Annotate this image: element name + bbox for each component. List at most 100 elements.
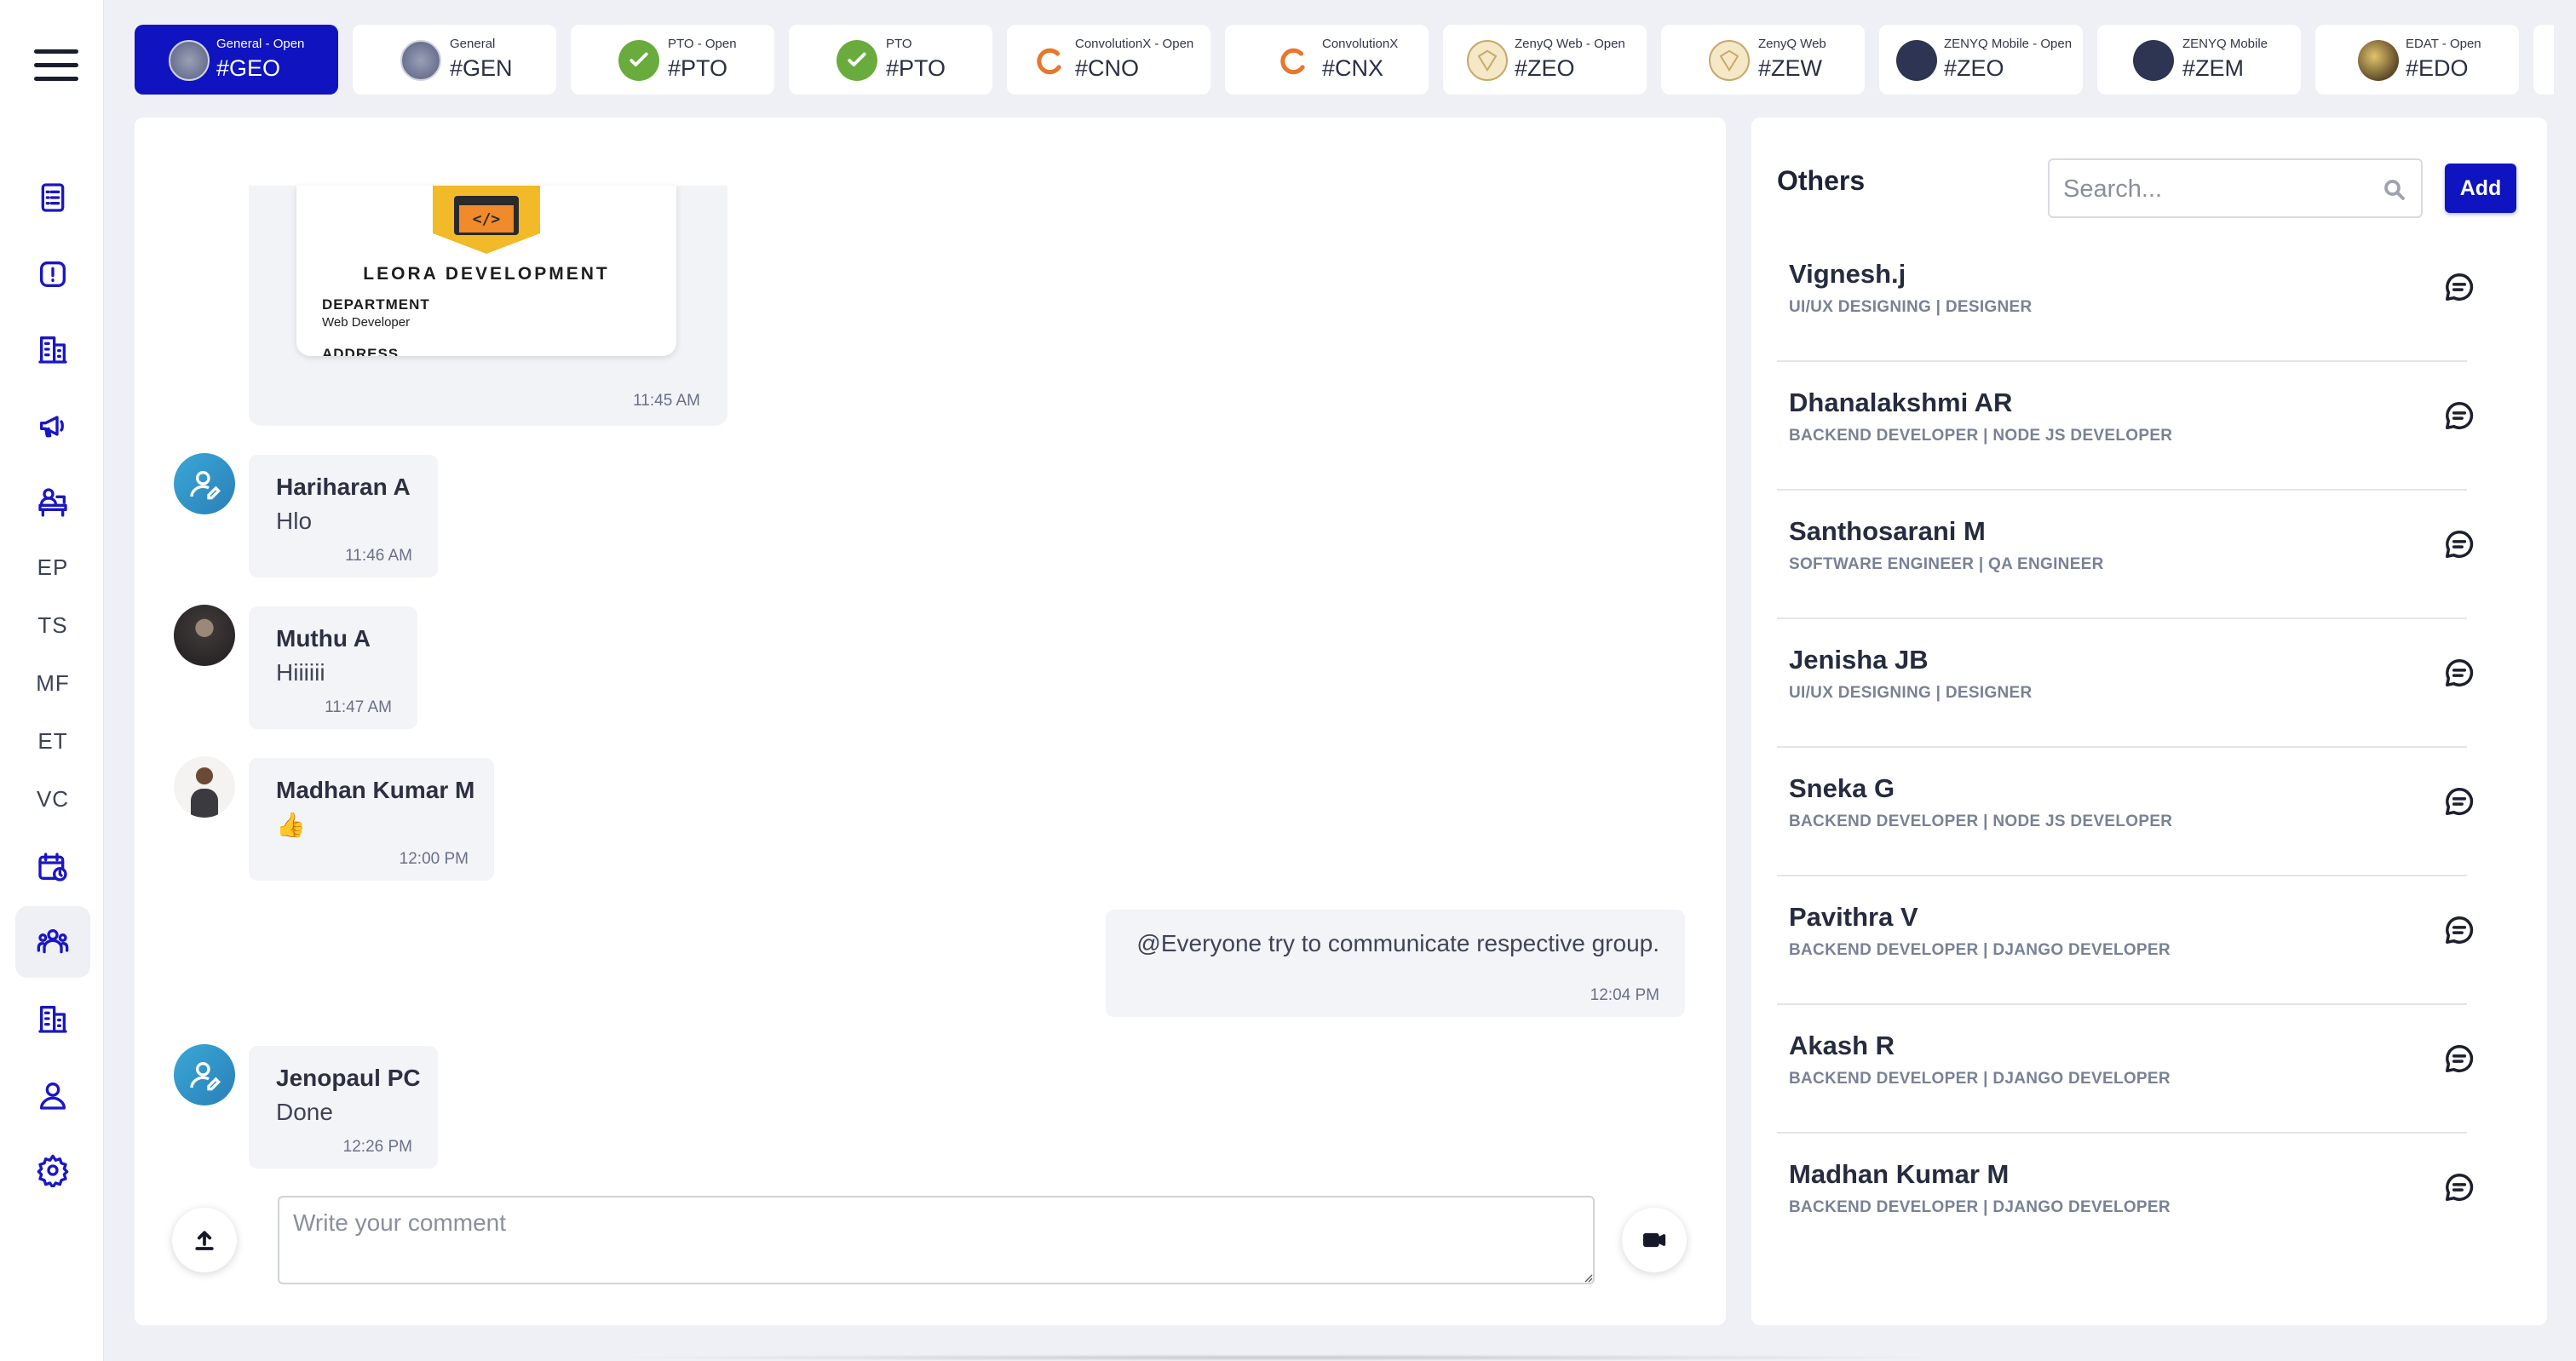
rail-item-ts-label: TS <box>37 612 68 638</box>
message-text: Done <box>276 1099 333 1125</box>
chat-bubble-icon[interactable] <box>2443 785 2477 819</box>
chat-bubble-icon[interactable] <box>2443 399 2477 434</box>
zenyq-mobile-logo-icon <box>1896 40 1937 81</box>
message-bubble: Hariharan A Hlo 11:46 AM <box>249 455 438 577</box>
tab-code: #ZEO <box>1515 55 1575 81</box>
tab-subtitle: General - Open <box>216 37 305 51</box>
channel-tabs: General - Open #GEO General #GEN PTO - O… <box>135 25 2554 95</box>
tasks-icon[interactable] <box>15 162 90 233</box>
rail-item-ep-label: EP <box>37 554 69 580</box>
tab-pto-open[interactable]: PTO - Open #PTO <box>571 25 774 95</box>
chat-bubble-icon[interactable] <box>2443 1171 2477 1205</box>
tab-code: #CNX <box>1322 55 1384 81</box>
tab-convolutionx-open[interactable]: ConvolutionX - Open #CNO <box>1007 25 1210 95</box>
attached-image[interactable]: </> LEORA DEVELOPMENT DEPARTMENT Web Dev… <box>296 186 676 356</box>
contact-role: UI/UX DESIGNING | DESIGNER <box>1789 684 2033 702</box>
tab-pto[interactable]: PTO #PTO <box>789 25 992 95</box>
contact-role: BACKEND DEVELOPER | NODE JS DEVELOPER <box>1789 813 2173 830</box>
message-bubble: Jenopaul PC Done 12:26 PM <box>249 1046 438 1169</box>
user-icon[interactable] <box>15 1060 90 1131</box>
check-circle-icon <box>837 40 877 81</box>
search-input[interactable] <box>2063 170 2370 208</box>
sender-name[interactable]: Madhan Kumar M <box>276 777 474 804</box>
contact-name: Santhosarani M <box>1789 516 1986 546</box>
rail-item-vc[interactable]: VC <box>15 763 90 835</box>
general-logo-icon <box>400 40 441 81</box>
tab-convolutionx[interactable]: ConvolutionX #CNX <box>1225 25 1429 95</box>
chat-panel: </> LEORA DEVELOPMENT DEPARTMENT Web Dev… <box>135 118 1726 1325</box>
tab-subtitle: ConvolutionX <box>1322 37 1399 51</box>
settings-gear-icon[interactable] <box>15 1134 90 1206</box>
contact-item[interactable]: Santhosarani M SOFTWARE ENGINEER | QA EN… <box>1777 491 2474 619</box>
rail-item-et-label: ET <box>37 727 68 754</box>
contact-item[interactable]: Sneka G BACKEND DEVELOPER | NODE JS DEVE… <box>1777 748 2474 876</box>
comment-input[interactable] <box>278 1196 1595 1284</box>
check-circle-icon <box>618 40 659 81</box>
megaphone-icon[interactable] <box>15 390 90 462</box>
tab-zenyq-mobile[interactable]: ZENYQ Mobile #ZEM <box>2097 25 2301 95</box>
add-button[interactable]: Add <box>2445 164 2516 213</box>
tab-subtitle: ZENYQ Mobile <box>2182 37 2268 51</box>
tab-subtitle: General <box>450 37 496 51</box>
image-department-value: Web Developer <box>322 315 411 330</box>
message-time: 11:47 AM <box>325 698 392 716</box>
contact-name: Pavithra V <box>1789 902 1918 932</box>
message-text: Hiiiiii <box>276 659 325 686</box>
tab-subtitle: ZenyQ Web <box>1758 37 1826 51</box>
tab-zenyq-web-open[interactable]: ZenyQ Web - Open #ZEO <box>1443 25 1647 95</box>
groups-icon[interactable] <box>15 906 90 978</box>
contact-item[interactable]: Pavithra V BACKEND DEVELOPER | DJANGO DE… <box>1777 876 2474 1005</box>
chat-bubble-icon[interactable] <box>2443 657 2477 691</box>
avatar[interactable] <box>174 453 235 514</box>
sender-name[interactable]: Hariharan A <box>276 474 411 501</box>
chat-bubble-icon[interactable] <box>2443 1042 2477 1077</box>
menu-icon[interactable] <box>34 49 78 82</box>
tab-overflow-partial[interactable] <box>2533 25 2554 95</box>
chat-bubble-icon[interactable] <box>2443 528 2477 562</box>
sender-name[interactable]: Jenopaul PC <box>276 1065 421 1092</box>
tab-general[interactable]: General #GEN <box>353 25 556 95</box>
search-icon[interactable] <box>2382 177 2407 203</box>
calendar-clock-icon[interactable] <box>15 831 90 903</box>
chat-bubble-icon[interactable] <box>2443 271 2477 305</box>
message-text: @Everyone try to communicate respective … <box>1136 930 1659 956</box>
others-panel: Others Add Vignesh.j UI/UX DESIGNING | D… <box>1751 118 2547 1325</box>
avatar[interactable] <box>174 605 235 666</box>
contact-item[interactable]: Madhan Kumar M BACKEND DEVELOPER | DJANG… <box>1777 1134 2474 1262</box>
message-bubble-self: @Everyone try to communicate respective … <box>1106 910 1685 1017</box>
contact-name: Madhan Kumar M <box>1789 1159 2010 1189</box>
tab-zenyq-mobile-open[interactable]: ZENYQ Mobile - Open #ZEO <box>1879 25 2083 95</box>
image-address-label: ADDRESS <box>322 346 400 356</box>
contact-role: BACKEND DEVELOPER | DJANGO DEVELOPER <box>1789 941 2171 959</box>
image-message: </> LEORA DEVELOPMENT DEPARTMENT Web Dev… <box>249 186 727 426</box>
contact-name: Dhanalakshmi AR <box>1789 388 2013 417</box>
contact-item[interactable]: Akash R BACKEND DEVELOPER | DJANGO DEVEL… <box>1777 1005 2474 1134</box>
video-call-button[interactable] <box>1622 1208 1687 1272</box>
message-time: 11:45 AM <box>633 392 700 410</box>
zenyq-web-logo-icon <box>1467 40 1508 81</box>
upload-button[interactable] <box>172 1208 237 1272</box>
tab-edat-open[interactable]: EDAT - Open #EDO <box>2315 25 2519 95</box>
tab-general-open[interactable]: General - Open #GEO <box>135 25 338 95</box>
alert-icon[interactable] <box>15 238 90 310</box>
avatar[interactable] <box>174 756 235 818</box>
tab-zenyq-web[interactable]: ZenyQ Web #ZEW <box>1661 25 1865 95</box>
zenyq-mobile-logo-icon <box>2133 40 2174 81</box>
tab-subtitle: ZENYQ Mobile - Open <box>1944 37 2073 51</box>
building-icon[interactable] <box>15 313 90 385</box>
contact-item[interactable]: Vignesh.j UI/UX DESIGNING | DESIGNER <box>1777 233 2474 362</box>
message-bubble: Muthu A Hiiiiii 11:47 AM <box>249 606 417 729</box>
tab-code: #EDO <box>2406 55 2469 81</box>
avatar[interactable] <box>174 1044 235 1105</box>
chat-bubble-icon[interactable] <box>2443 914 2477 948</box>
convolution-logo-icon <box>1273 40 1314 81</box>
contact-item[interactable]: Jenisha JB UI/UX DESIGNING | DESIGNER <box>1777 619 2474 748</box>
code-window-icon: </> <box>433 186 540 254</box>
contact-name: Vignesh.j <box>1789 259 1906 289</box>
sender-name[interactable]: Muthu A <box>276 625 371 652</box>
message-text: 👍 <box>276 812 306 838</box>
contact-role: BACKEND DEVELOPER | DJANGO DEVELOPER <box>1789 1198 2171 1216</box>
contact-item[interactable]: Dhanalakshmi AR BACKEND DEVELOPER | NODE… <box>1777 362 2474 491</box>
office-icon[interactable] <box>15 983 90 1054</box>
team-desk-icon[interactable] <box>15 467 90 538</box>
